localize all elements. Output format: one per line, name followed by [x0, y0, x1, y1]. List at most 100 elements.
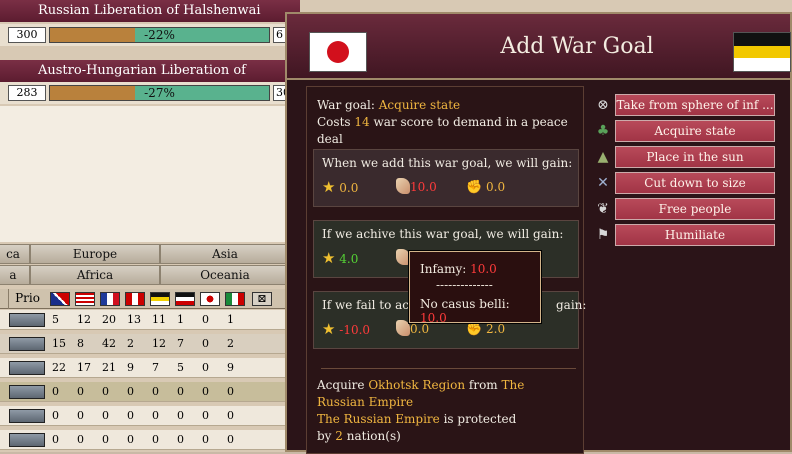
- table-row[interactable]: 0 0 0 0 0 0 0 0: [0, 406, 300, 426]
- acquire-state-button[interactable]: Acquire state: [615, 120, 775, 142]
- table-cell: 9: [227, 361, 234, 374]
- sun-place-icon: ▲: [597, 149, 609, 165]
- priority-button[interactable]: [9, 409, 45, 423]
- goal-free-people[interactable]: ❦ Free people: [589, 198, 779, 220]
- goal-place-in-sun[interactable]: ▲ Place in the sun: [589, 146, 779, 168]
- prestige-loss: ★ -10.0: [322, 320, 371, 338]
- japan-flag-icon: [309, 32, 367, 72]
- table-cell: 42: [102, 337, 116, 350]
- table-cell: 20: [102, 313, 116, 326]
- flag-france-icon[interactable]: [100, 292, 120, 306]
- table-cell: 2: [227, 337, 234, 350]
- flag-germany-icon[interactable]: [175, 292, 195, 306]
- wargoal-progress-bar: -27%: [49, 85, 270, 101]
- tab-america[interactable]: ca: [0, 244, 30, 264]
- wargoal-title-2: Austro-Hungarian Liberation of Bohemia: [0, 60, 300, 100]
- place-in-sun-button[interactable]: Place in the sun: [615, 146, 775, 168]
- priority-button[interactable]: [9, 385, 45, 399]
- flag-mexico-icon[interactable]: [225, 292, 245, 306]
- table-cell: 11: [152, 313, 166, 326]
- wargoal-title-1: Russian Liberation of Halshenwai Region: [0, 0, 300, 40]
- table-cell: 12: [152, 337, 166, 350]
- tab-america-2[interactable]: a: [0, 265, 30, 285]
- war-goal-value: Acquire state: [378, 98, 461, 112]
- table-cell: 0: [177, 409, 184, 422]
- target-description: Acquire Okhotsk Region from The Russian …: [317, 378, 525, 443]
- infamy-gain: 10.0: [396, 178, 437, 196]
- prio-header[interactable]: Prio: [8, 289, 46, 309]
- table-cell: 1: [227, 313, 234, 326]
- wargoal-percent: -27%: [144, 86, 175, 100]
- table-cell: 0: [227, 409, 234, 422]
- table-cell: 5: [52, 313, 59, 326]
- war-goal-line: War goal: Acquire state: [317, 98, 461, 112]
- humiliate-button[interactable]: Humiliate: [615, 224, 775, 246]
- goal-take-from-sphere[interactable]: ⊗ Take from sphere of inf ...: [589, 94, 779, 116]
- tooltip-infamy: Infamy: 10.0: [420, 262, 497, 276]
- table-cell: 0: [52, 433, 59, 446]
- dove-icon: ❦: [597, 201, 609, 217]
- table-row[interactable]: 0 0 0 0 0 0 0 0: [0, 382, 300, 402]
- wargoal-row-1[interactable]: 300 -22% 6: [0, 24, 303, 46]
- flag-russia-icon[interactable]: [150, 292, 170, 306]
- dialog-title: Add War Goal: [500, 34, 654, 59]
- table-row[interactable]: 5 12 20 13 11 1 0 1: [0, 310, 300, 330]
- table-row[interactable]: 0 0 0 0 0 0 0 0: [0, 430, 300, 450]
- tab-oceania[interactable]: Oceania: [160, 265, 290, 285]
- flag-japan-icon[interactable]: [200, 292, 220, 306]
- table-cell: 0: [152, 385, 159, 398]
- priority-button[interactable]: [9, 313, 45, 327]
- take-from-sphere-button[interactable]: Take from sphere of inf ...: [615, 94, 775, 116]
- prestige-gain: ★ 4.0: [322, 249, 359, 267]
- divider: [321, 368, 576, 369]
- goal-acquire-state[interactable]: ♣ Acquire state: [589, 120, 779, 142]
- table-cell: 15: [52, 337, 66, 350]
- grid-header: Prio ⊠: [0, 289, 300, 309]
- wargoal-row-2[interactable]: 283 -27% 30: [0, 82, 303, 104]
- flag-uk-icon[interactable]: [50, 292, 70, 306]
- priority-button[interactable]: [9, 337, 45, 351]
- militancy-icon: ✊: [466, 180, 483, 195]
- priority-button[interactable]: [9, 433, 45, 447]
- table-cell: 9: [127, 361, 134, 374]
- table-cell: 0: [202, 433, 209, 446]
- table-cell: 5: [177, 361, 184, 374]
- tab-europe[interactable]: Europe: [30, 244, 160, 264]
- table-cell: 0: [202, 409, 209, 422]
- table-row[interactable]: 22 17 21 9 7 5 0 9: [0, 358, 300, 378]
- star-icon: ★: [322, 178, 336, 196]
- goal-humiliate[interactable]: ⚑ Humiliate: [589, 224, 779, 246]
- table-cell: 0: [202, 385, 209, 398]
- goal-cut-down[interactable]: ✕ Cut down to size: [589, 172, 779, 194]
- table-cell: 7: [177, 337, 184, 350]
- table-row[interactable]: 15 8 42 2 12 7 0 2: [0, 334, 300, 354]
- table-cell: 0: [227, 385, 234, 398]
- infamy-tooltip: Infamy: 10.0 -------------- No casus bel…: [409, 251, 541, 325]
- flag-austria-icon[interactable]: [125, 292, 145, 306]
- crosshair-icon[interactable]: ⊠: [252, 292, 272, 306]
- flag-usa-icon[interactable]: [75, 292, 95, 306]
- table-cell: 1: [177, 313, 184, 326]
- table-cell: 2: [127, 337, 134, 350]
- wargoal-percent: -22%: [144, 28, 175, 42]
- sphere-icon: ⊗: [597, 97, 609, 113]
- add-war-goal-dialog: Add War Goal War goal: Acquire state Cos…: [285, 12, 792, 454]
- table-cell: 0: [102, 433, 109, 446]
- priority-button[interactable]: [9, 361, 45, 375]
- table-cell: 0: [127, 385, 134, 398]
- tab-asia[interactable]: Asia: [160, 244, 290, 264]
- tab-africa[interactable]: Africa: [30, 265, 160, 285]
- table-cell: 12: [77, 313, 91, 326]
- table-cell: 0: [52, 409, 59, 422]
- infamy-icon: [396, 178, 410, 194]
- gain-on-achieve-title: If we achive this war goal, we will gain…: [322, 227, 564, 241]
- table-cell: 0: [202, 337, 209, 350]
- table-cell: 0: [227, 433, 234, 446]
- gain-on-add-box: When we add this war goal, we will gain:…: [313, 149, 579, 207]
- table-cell: 0: [77, 385, 84, 398]
- russia-flag-icon: [733, 32, 791, 72]
- table-cell: 22: [52, 361, 66, 374]
- cut-down-button[interactable]: Cut down to size: [615, 172, 775, 194]
- table-cell: 0: [202, 313, 209, 326]
- free-people-button[interactable]: Free people: [615, 198, 775, 220]
